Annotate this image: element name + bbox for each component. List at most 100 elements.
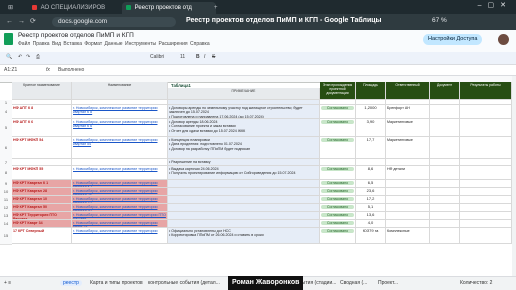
status-badge[interactable]: Согласовано [321, 221, 354, 226]
cell-notes[interactable] [168, 212, 320, 220]
status-badge[interactable]: Согласовано [321, 181, 354, 186]
cell-status[interactable]: Согласовано [320, 105, 356, 119]
cell-responsible[interactable]: Маркетинговые [386, 137, 430, 159]
cell-result[interactable] [460, 212, 512, 220]
share-button[interactable]: Настройки Доступа [423, 34, 483, 45]
cell-status[interactable]: Согласовано [320, 180, 356, 188]
cell-responsible[interactable] [386, 159, 430, 166]
document-title[interactable]: Реестр проектов отделов ПиМП и КГП [18, 32, 134, 39]
header-result[interactable]: Результаты работы [460, 82, 512, 100]
cell-doc[interactable] [430, 159, 460, 166]
cell-area[interactable]: 23,6 [356, 188, 386, 196]
cell-short-name[interactable]: НФ АПТ К 8 [12, 105, 72, 119]
sheet-tab[interactable]: Сводная (... [340, 280, 367, 286]
cell-full-name[interactable]: г. Новосибирск, комплексное развитие тер… [72, 105, 168, 119]
cell-result[interactable] [460, 166, 512, 180]
cell-responsible[interactable] [386, 188, 430, 196]
font-size[interactable]: 11 [180, 54, 185, 60]
cell-notes[interactable]: • Разрешение на вставку [168, 159, 320, 166]
row-number[interactable]: 4 [0, 105, 12, 120]
cell-responsible[interactable] [386, 196, 430, 204]
zoom-level[interactable]: 67 % [432, 17, 447, 24]
cell-area[interactable] [356, 159, 386, 166]
cell-status[interactable]: Согласовано [320, 212, 356, 220]
cell-notes[interactable]: • Договоры аренды по земельному участку … [168, 105, 320, 119]
new-tab-button[interactable]: + [210, 2, 226, 14]
cell-area[interactable]: 3,90 [356, 119, 386, 137]
cell-short-name[interactable]: НФ КРТ МФКП 55 [12, 166, 72, 180]
header-doc[interactable]: Документ [430, 82, 460, 100]
cell-status[interactable] [320, 159, 356, 166]
cell-notes[interactable] [168, 180, 320, 188]
cell-full-name[interactable]: г. Новосибирск, комплексное развитие тер… [72, 166, 168, 180]
vertical-scrollbar[interactable] [512, 76, 516, 276]
status-badge[interactable]: Согласовано [321, 120, 354, 125]
nav-buttons[interactable]: ←→⟳ [6, 17, 41, 25]
cell-result[interactable] [460, 159, 512, 166]
cell-notes[interactable] [168, 188, 320, 196]
cell-area[interactable]: 13,6 [356, 212, 386, 220]
cell-full-name[interactable]: г. Новосибирск, комплексное развитие тер… [72, 180, 168, 188]
status-badge[interactable]: Согласовано [321, 189, 354, 194]
cell-area[interactable]: 1,2000 [356, 105, 386, 119]
cell-responsible[interactable] [386, 212, 430, 220]
header-notes[interactable]: ПРИМЕЧАНИЕ [168, 88, 320, 100]
menu-bar[interactable]: Файл Правка Вид Вставка Формат Данные Ин… [18, 41, 210, 47]
cell-doc[interactable] [430, 105, 460, 119]
sheet-tab[interactable]: реестр [60, 280, 82, 286]
cell-full-name[interactable] [72, 159, 168, 166]
status-badge[interactable]: Согласовано [321, 229, 354, 234]
cell-result[interactable] [460, 228, 512, 244]
cell-doc[interactable] [430, 188, 460, 196]
redo-icon[interactable]: ↷ [26, 54, 30, 60]
sheet-tab[interactable]: контрольные события (детал... [148, 280, 220, 286]
cell-result[interactable] [460, 137, 512, 159]
cell-status[interactable]: Согласовано [320, 196, 356, 204]
status-badge[interactable]: Согласовано [321, 205, 354, 210]
row-number[interactable]: 5 [0, 119, 12, 138]
status-badge[interactable]: Согласовано [321, 213, 354, 218]
cell-doc[interactable] [430, 228, 460, 244]
row-number[interactable]: 8 [0, 166, 12, 181]
cell-status[interactable]: Согласовано [320, 188, 356, 196]
formula-input[interactable]: Выполнено [58, 67, 84, 73]
cell-notes[interactable] [168, 220, 320, 228]
cell-status[interactable]: Согласовано [320, 137, 356, 159]
cell-notes[interactable] [168, 196, 320, 204]
url-field[interactable]: docs.google.com [52, 17, 176, 27]
cell-doc[interactable] [430, 137, 460, 159]
row-number[interactable]: 15 [0, 228, 12, 245]
cell-result[interactable] [460, 119, 512, 137]
status-badge[interactable]: Согласовано [321, 106, 354, 111]
sheets-logo-icon[interactable] [4, 33, 13, 45]
cell-status[interactable]: Согласовано [320, 119, 356, 137]
cell-doc[interactable] [430, 119, 460, 137]
search-icon[interactable]: 🔍 [6, 54, 12, 60]
cell-status[interactable]: Согласовано [320, 166, 356, 180]
cell-short-name[interactable]: НФ КРТ Квартал 10 [12, 196, 72, 204]
cell-result[interactable] [460, 204, 512, 212]
italic-icon[interactable]: I [204, 54, 205, 60]
sheet-tab[interactable]: Проект... [378, 280, 398, 286]
cell-responsible[interactable]: Бренфорт АН [386, 105, 430, 119]
cell-result[interactable] [460, 196, 512, 204]
cell-area[interactable]: 17,7 [356, 137, 386, 159]
font-select[interactable]: Calibri [150, 54, 164, 60]
bold-icon[interactable]: B [196, 54, 200, 60]
cell-full-name[interactable]: г. Новосибирск, комплексное развитие тер… [72, 196, 168, 204]
cell-doc[interactable] [430, 220, 460, 228]
cell-responsible[interactable] [386, 180, 430, 188]
cell-short-name[interactable]: НФ АПТ К 6 [12, 119, 72, 137]
cell-doc[interactable] [430, 212, 460, 220]
cell-full-name[interactable]: г. Новосибирск, комплексное развитие тер… [72, 220, 168, 228]
cell-area[interactable]: 8,6 [356, 166, 386, 180]
browser-tab[interactable]: АО СПЕЦИАЛИЗИРОВ [28, 2, 126, 14]
add-sheet-icon[interactable]: + ≡ [4, 280, 11, 286]
cell-short-name[interactable]: НФ КРТ Территория ПТО Рассвет [12, 212, 72, 220]
cell-doc[interactable] [430, 196, 460, 204]
print-icon[interactable]: ⎙ [36, 54, 40, 60]
cell-responsible[interactable] [386, 204, 430, 212]
cell-area[interactable]: 6,5 [356, 180, 386, 188]
cell-area[interactable]: 5,1 [356, 204, 386, 212]
browser-tab-active[interactable]: Реестр проектов отд [122, 2, 216, 14]
